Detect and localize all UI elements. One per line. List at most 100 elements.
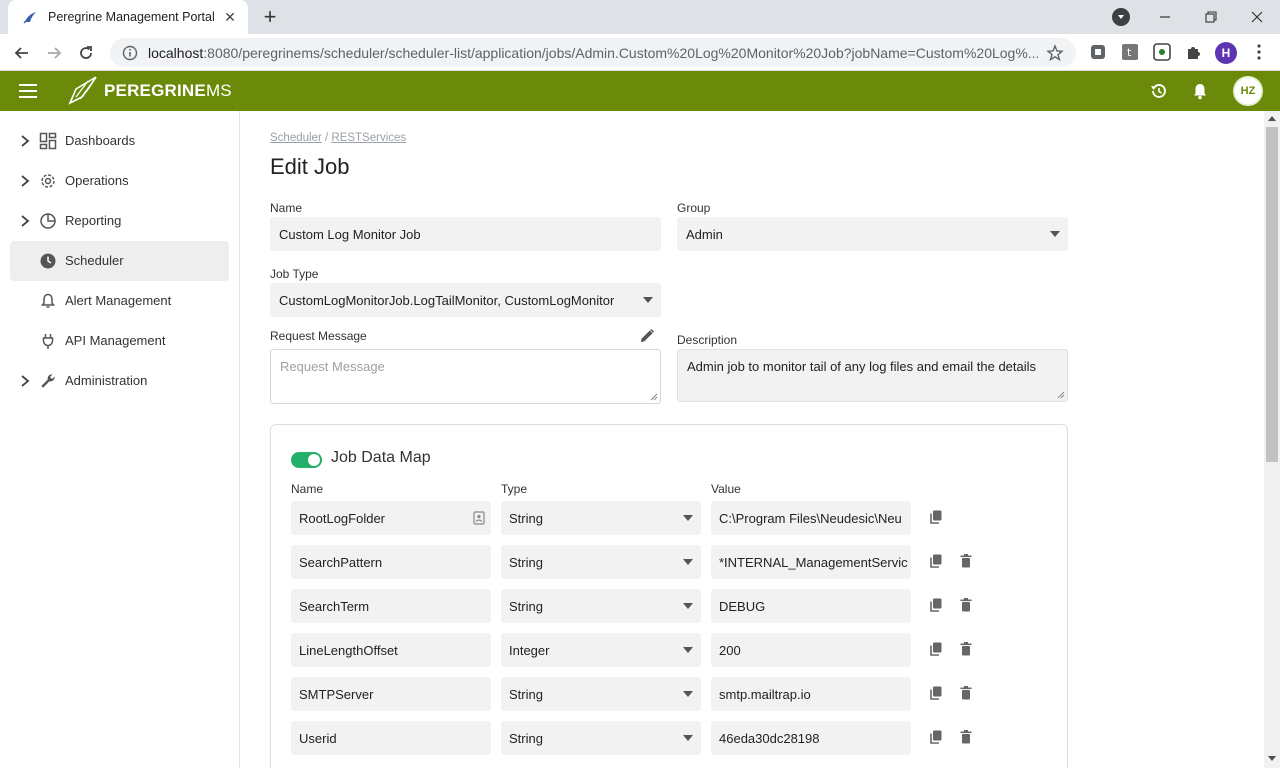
copy-icon[interactable] <box>928 509 944 525</box>
row-name-value: SearchTerm <box>299 598 370 614</box>
breadcrumb-link-restservices[interactable]: RESTServices <box>331 132 406 144</box>
sidebar-item-operations[interactable]: Operations <box>10 161 229 201</box>
new-tab-icon[interactable]: + <box>258 4 282 29</box>
sidebar-item-reporting[interactable]: Reporting <box>10 201 229 241</box>
delete-trash-icon[interactable] <box>958 685 974 701</box>
main-content: Scheduler / RESTServices Edit Job Name C… <box>240 111 1264 768</box>
row-value-input[interactable]: *INTERNAL_ManagementServic <box>711 545 911 579</box>
url-text[interactable]: localhost:8080/peregrinems/scheduler/sch… <box>148 45 1038 61</box>
sidebar-item-label: Dashboards <box>65 133 136 148</box>
row-type-select[interactable]: String <box>501 501 701 535</box>
row-type-select[interactable]: Integer <box>501 633 701 667</box>
page-scrollbar[interactable] <box>1264 111 1280 768</box>
hamburger-menu-icon[interactable] <box>19 82 39 100</box>
contact-card-icon[interactable] <box>473 511 485 525</box>
resize-handle-icon[interactable] <box>1057 391 1065 399</box>
sidebar-item-scheduler[interactable]: Scheduler <box>10 241 229 281</box>
pie-chart-icon <box>40 213 56 229</box>
sidebar-item-label: Alert Management <box>65 293 172 308</box>
chevron-right-icon <box>21 135 30 147</box>
restore-icon[interactable] <box>1188 0 1234 34</box>
delete-trash-icon[interactable] <box>958 553 974 569</box>
delete-trash-icon[interactable] <box>958 641 974 657</box>
minimize-icon[interactable] <box>1142 0 1188 34</box>
copy-icon[interactable] <box>928 729 944 745</box>
row-name-input[interactable]: Userid <box>291 721 491 755</box>
scroll-down-icon[interactable] <box>1268 756 1276 761</box>
description-textarea[interactable]: Admin job to monitor tail of any log fil… <box>677 349 1068 402</box>
row-type-value: String <box>509 686 543 702</box>
row-value-input[interactable]: smtp.mailtrap.io <box>711 677 911 711</box>
delete-trash-icon[interactable] <box>958 597 974 613</box>
row-type-select[interactable]: String <box>501 677 701 711</box>
user-avatar[interactable]: HZ <box>1233 76 1263 106</box>
tab-search-icon[interactable] <box>1112 8 1130 26</box>
row-value-input[interactable]: C:\Program Files\Neudesic\Neu <box>711 501 911 535</box>
row-value-input[interactable]: 200 <box>711 633 911 667</box>
row-value-input[interactable]: 46eda30dc28198 <box>711 721 911 755</box>
site-info-icon[interactable] <box>122 45 138 61</box>
name-input[interactable]: Custom Log Monitor Job <box>270 217 661 251</box>
row-name-input[interactable]: RootLogFolder <box>291 501 491 535</box>
peregrine-logo-icon <box>68 76 97 105</box>
job-data-map-card: Job Data Map Name Type Value RootLogFold… <box>270 424 1068 768</box>
extension-icon-3[interactable] <box>1153 43 1171 61</box>
row-type-select[interactable]: String <box>501 545 701 579</box>
breadcrumb: Scheduler / RESTServices <box>270 132 407 144</box>
row-type-select[interactable]: String <box>501 721 701 755</box>
notification-bell-icon[interactable] <box>1190 81 1210 101</box>
history-icon[interactable] <box>1149 81 1169 101</box>
job-data-map-toggle[interactable] <box>291 452 322 468</box>
brand-logo[interactable]: PEREGRINEMS <box>66 74 232 108</box>
close-window-icon[interactable] <box>1234 0 1280 34</box>
reload-icon[interactable] <box>72 39 100 67</box>
chevron-right-icon <box>21 215 30 227</box>
request-message-textarea[interactable]: Request Message <box>270 349 661 404</box>
row-name-input[interactable]: SMTPServer <box>291 677 491 711</box>
sidebar-item-alert-management[interactable]: Alert Management <box>10 281 229 321</box>
address-bar[interactable]: localhost:8080/peregrinems/scheduler/sch… <box>110 38 1076 67</box>
row-value-input[interactable]: DEBUG <box>711 589 911 623</box>
sidebar-item-api-management[interactable]: API Management <box>10 321 229 361</box>
scroll-up-icon[interactable] <box>1268 116 1276 121</box>
bookmark-star-icon[interactable] <box>1046 43 1064 62</box>
back-arrow-icon[interactable] <box>8 39 36 67</box>
toggle-knob <box>308 454 320 466</box>
row-name-input[interactable]: LineLengthOffset <box>291 633 491 667</box>
resize-handle-icon[interactable] <box>650 393 658 401</box>
job-type-label: Job Type <box>270 267 319 281</box>
sidebar-item-administration[interactable]: Administration <box>10 361 229 401</box>
column-header-name: Name <box>291 482 324 496</box>
copy-icon[interactable] <box>928 641 944 657</box>
wrench-icon <box>41 374 55 388</box>
job-type-select[interactable]: CustomLogMonitorJob.LogTailMonitor, Cust… <box>270 283 661 317</box>
row-type-value: String <box>509 598 543 614</box>
extension-icon-2[interactable]: t <box>1121 43 1139 61</box>
row-name-value: LineLengthOffset <box>299 642 398 658</box>
copy-icon[interactable] <box>928 597 944 613</box>
row-name-value: Userid <box>299 730 337 746</box>
close-tab-icon[interactable]: ✕ <box>222 9 238 25</box>
extensions-puzzle-icon[interactable] <box>1185 43 1203 61</box>
chevron-down-icon <box>1050 231 1060 237</box>
row-name-input[interactable]: SearchPattern <box>291 545 491 579</box>
copy-icon[interactable] <box>928 553 944 569</box>
row-type-value: String <box>509 730 543 746</box>
breadcrumb-link-scheduler[interactable]: Scheduler <box>270 132 322 144</box>
extension-icon-1[interactable] <box>1089 43 1107 61</box>
row-value-text: C:\Program Files\Neudesic\Neu <box>719 510 902 526</box>
row-type-select[interactable]: String <box>501 589 701 623</box>
edit-pencil-icon[interactable] <box>639 328 655 344</box>
profile-avatar[interactable]: H <box>1215 42 1237 64</box>
group-select[interactable]: Admin <box>677 217 1068 251</box>
chevron-down-icon <box>683 603 693 609</box>
svg-text:t: t <box>1127 46 1132 59</box>
delete-trash-icon[interactable] <box>958 729 974 745</box>
forward-arrow-icon[interactable] <box>40 39 68 67</box>
row-name-input[interactable]: SearchTerm <box>291 589 491 623</box>
browser-menu-icon[interactable] <box>1250 43 1268 61</box>
sidebar-item-dashboards[interactable]: Dashboards <box>10 121 229 161</box>
browser-tab[interactable]: Peregrine Management Portal ✕ <box>8 0 248 34</box>
copy-icon[interactable] <box>928 685 944 701</box>
scrollbar-thumb[interactable] <box>1266 127 1278 462</box>
